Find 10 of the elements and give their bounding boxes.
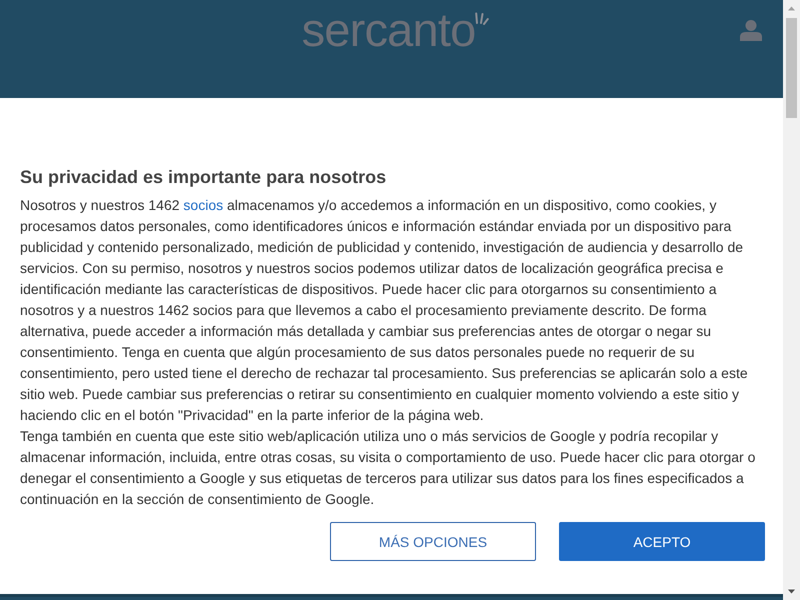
user-icon[interactable]	[740, 20, 762, 41]
more-options-button[interactable]: MÁS OPCIONES	[330, 522, 536, 561]
logo-text: sercanto	[302, 11, 476, 49]
consent-paragraph: Tenga también en cuenta que este sitio web/aplicación utiliza uno o más servicios de Google y podría recopilar y almacenar información, incluida, entre otras cosas, su visita o comportamiento de uso. Puede hacer clic para otorgar o denegar el consentimiento a Google y sus etiquetas de terceros para utilizar sus datos para los fines especificados a continuación en la sección de consentimiento de Google.	[20, 427, 756, 509]
consent-paragraph: Nosotros y nuestros 1462 socios almacenamos y/o accedemos a información en un dispositivo, como cookies, y procesamos datos personales, como identificadores únicos e información estándar enviada por un dispositivo para publicidad y contenido personalizado, medición de publicidad y contenido, investigación de audiencia y desarrollo de servicios. Con su permiso, nosotros y nuestros socios podemos utilizar datos de localización geográfica precisa e identificación mediante las características de dispositivos. Puede hacer clic para otorgarnos su consentimiento a nosotros y a nuestros 1462 socios para que llevemos a cabo el procesamiento previamente descrito. De forma alternativa, puede acceder a información más detallada y cambiar sus preferencias antes de otorgar o negar su consentimiento. Tenga en cuenta que algún procesamiento de sus datos personales puede no requerir de su consentimiento, pero usted tiene el derecho de rechazar tal procesamiento. Sus preferencias se aplicarán solo a este sitio web. Puede cambiar sus preferencias o retirar su consentimiento en cualquier momento volviendo a este sitio y haciendo clic en el botón "Privacidad" en la parte inferior de la página web.	[20, 196, 749, 425]
scrollbar-thumb[interactable]	[786, 18, 797, 118]
dialog-title: Su privacidad es importante para nosotros	[20, 166, 388, 189]
partners-link[interactable]: socios	[183, 197, 224, 213]
accept-button[interactable]: ACEPTO	[559, 522, 765, 561]
sparkle-icon	[475, 12, 490, 25]
